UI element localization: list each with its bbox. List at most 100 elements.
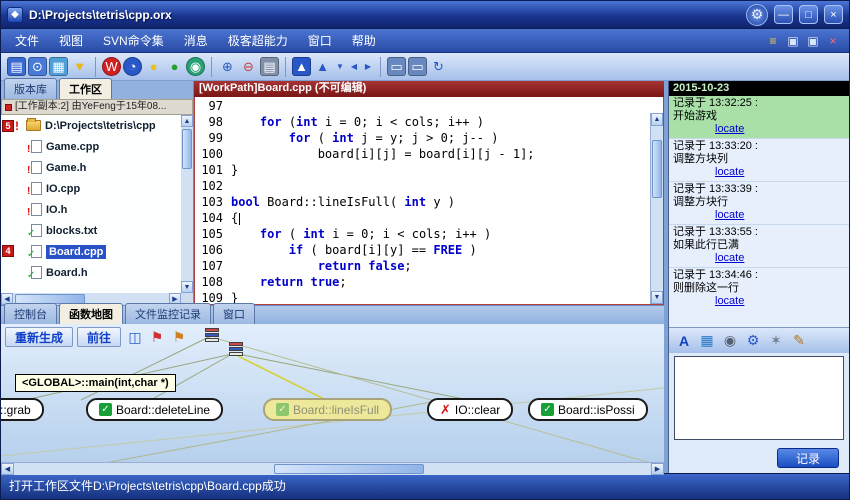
window-pane-icon[interactable]: ▣ [785, 33, 801, 49]
monitor-icon[interactable]: ▭ [387, 57, 406, 76]
menu-item-7[interactable]: 帮助 [342, 29, 386, 52]
green-ball-icon[interactable]: ● [165, 57, 184, 76]
menu-item-4[interactable]: 消息 [174, 29, 218, 52]
up-icon[interactable]: ▲ [313, 57, 332, 76]
tree-item-blocks-txt[interactable]: ✓blocks.txt [1, 220, 181, 241]
scroll-down-button[interactable]: ▼ [181, 281, 193, 293]
locate-link[interactable]: locate [715, 209, 744, 222]
bottom-tab-4[interactable]: 窗口 [213, 303, 255, 324]
scroll-left-button[interactable]: ◀ [1, 463, 14, 475]
code-area[interactable]: 9798 for (int i = 0; i < cols; i++ )99 f… [195, 98, 650, 304]
scroll-right-button[interactable]: ▶ [651, 463, 664, 475]
zoom-out-icon[interactable]: ⊖ [239, 57, 258, 76]
bottom-tab-2[interactable]: 函数地图 [59, 303, 123, 324]
file-tree: ! D:\Projects\tetris\cpp !Game.cpp!Game.… [1, 115, 181, 293]
scroll-track[interactable] [14, 463, 651, 475]
menu-item-2[interactable]: 视图 [49, 29, 93, 52]
menu-item-5[interactable]: 极客超能力 [218, 29, 298, 52]
function-map-horizontal-scrollbar[interactable]: ◀ ▶ [1, 462, 664, 475]
log-entry[interactable]: 记录于 13:33:20 :调整方块列locate [669, 138, 849, 181]
scroll-down-button[interactable]: ▼ [651, 291, 663, 304]
window-cascade-icon[interactable]: ▣ [805, 33, 821, 49]
scroll-track[interactable] [181, 127, 193, 281]
graph-node-cluster[interactable] [229, 342, 243, 357]
maximize-button[interactable]: □ [799, 5, 818, 24]
editor-vertical-scrollbar[interactable]: ▲ ▼ [650, 113, 663, 304]
locate-link[interactable]: locate [715, 295, 744, 308]
left-tab-1[interactable]: 版本库 [4, 78, 57, 99]
image-tool-icon[interactable]: ▦ [698, 332, 716, 350]
scroll-thumb[interactable] [182, 129, 192, 169]
print-icon[interactable]: ▤ [260, 57, 279, 76]
conflict-count-badge: 5 [2, 120, 14, 132]
function-node-board-ispossi[interactable]: ✓Board::isPossi [528, 398, 648, 421]
function-node-grab[interactable]: ::grab [1, 398, 44, 421]
log-entry[interactable]: 记录于 13:34:46 :则删除这一行locate [669, 267, 849, 310]
disc-icon[interactable]: ◉ [186, 57, 205, 76]
scroll-thumb[interactable] [652, 140, 662, 198]
open-folder-icon[interactable]: ▤ [7, 57, 26, 76]
tree-vertical-scrollbar[interactable]: ▲ ▼ [181, 115, 193, 293]
pencil-tool-icon[interactable]: ✎ [790, 332, 808, 350]
down-small-icon[interactable]: ▼ [334, 57, 346, 76]
camera-tool-icon[interactable]: ◉ [721, 332, 739, 350]
function-node-board-deleteline[interactable]: ✓Board::deleteLine [86, 398, 223, 421]
code-text: bool Board::lineIsFull( int y ) [231, 195, 455, 209]
image-icon[interactable]: ▦ [49, 57, 68, 76]
function-node-board-lineisfull[interactable]: ✓Board::lineIsFull [263, 398, 392, 421]
tree-root[interactable]: ! D:\Projects\tetris\cpp [1, 115, 181, 136]
tree-item-io-h[interactable]: !IO.h [1, 199, 181, 220]
bottom-tab-3[interactable]: 文件监控记录 [125, 303, 211, 324]
tree-item-board-cpp[interactable]: ✓Board.cpp [1, 241, 181, 262]
close-button[interactable]: × [824, 5, 843, 24]
clock-icon[interactable]: ◔ [123, 57, 142, 76]
up-filled-icon[interactable]: ▲ [292, 57, 311, 76]
gear-tool-icon[interactable]: ⚙ [744, 332, 762, 350]
menu-item-1[interactable]: 文件 [5, 29, 49, 52]
graph-node-cluster[interactable] [205, 328, 219, 343]
regenerate-button[interactable]: 重新生成 [5, 327, 73, 347]
pin-red-icon[interactable]: ⚑ [147, 327, 167, 347]
log-entry[interactable]: 记录于 13:33:39 :调整方块行locate [669, 181, 849, 224]
log-entry[interactable]: 记录于 13:32:25 :开始游戏locate [669, 96, 849, 138]
scroll-thumb[interactable] [274, 464, 424, 474]
word-ball-icon[interactable]: W [102, 57, 121, 76]
left-small-icon[interactable]: ◀ [348, 57, 360, 76]
tree-item-game-h[interactable]: !Game.h [1, 157, 181, 178]
pin-orange-icon[interactable]: ⚑ [169, 327, 189, 347]
toolbar: ▤⊙▦▼W◔●●◉⊕⊖▤▲▲▼◀▶▭▭↻ [1, 53, 849, 81]
list-icon[interactable]: ≡ [765, 33, 781, 49]
settings-gear-button[interactable]: ⚙ [746, 4, 768, 26]
log-entry-list: 记录于 13:32:25 :开始游戏locate记录于 13:33:20 :调整… [669, 96, 849, 327]
menu-item-3[interactable]: SVN命令集 [93, 29, 174, 52]
function-node-io-clear[interactable]: ✗IO::clear [427, 398, 513, 421]
locate-link[interactable]: locate [715, 123, 744, 136]
close-pane-icon[interactable]: × [825, 33, 841, 49]
editor-body[interactable]: 9798 for (int i = 0; i < cols; i++ )99 f… [194, 97, 664, 305]
minimize-button[interactable]: — [774, 5, 793, 24]
log-entry[interactable]: 记录于 13:33:55 :如果此行已满locate [669, 224, 849, 267]
yellow-ball-icon[interactable]: ● [144, 57, 163, 76]
right-small-icon[interactable]: ▶ [362, 57, 374, 76]
locate-link[interactable]: locate [715, 252, 744, 265]
goto-button[interactable]: 前往 [77, 327, 121, 347]
bottom-tab-1[interactable]: 控制台 [4, 303, 57, 324]
text-tool-icon[interactable]: A [675, 332, 693, 350]
tree-item-game-cpp[interactable]: !Game.cpp [1, 136, 181, 157]
tree-item-io-cpp[interactable]: !IO.cpp [1, 178, 181, 199]
menu-item-6[interactable]: 窗口 [298, 29, 342, 52]
scroll-track[interactable] [651, 126, 663, 291]
zoom-in-icon[interactable]: ⊕ [218, 57, 237, 76]
locate-link[interactable]: locate [715, 166, 744, 179]
map-icon[interactable]: ◫ [125, 327, 145, 347]
left-tab-2[interactable]: 工作区 [59, 78, 112, 99]
tree-item-board-h[interactable]: ✓Board.h [1, 262, 181, 283]
search-icon[interactable]: ⊙ [28, 57, 47, 76]
record-button[interactable]: 记录 [777, 448, 839, 468]
scroll-up-button[interactable]: ▲ [651, 113, 663, 126]
monitor-pair-icon[interactable]: ▭ [408, 57, 427, 76]
filter-icon[interactable]: ▼ [70, 57, 89, 76]
wrench-tool-icon[interactable]: ✶ [767, 332, 785, 350]
refresh-icon[interactable]: ↻ [429, 57, 448, 76]
scroll-up-button[interactable]: ▲ [181, 115, 193, 127]
